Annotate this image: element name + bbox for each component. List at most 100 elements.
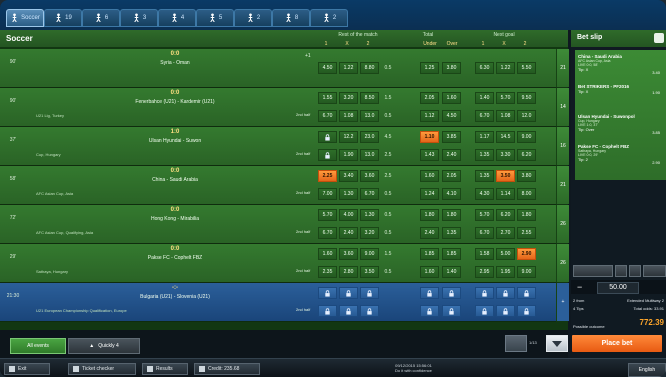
odds-button[interactable] [496, 287, 515, 299]
odds-button[interactable]: 1.24 [420, 188, 439, 200]
odds-button[interactable]: 1.85 [442, 248, 461, 260]
odds-button[interactable]: 1.22 [496, 62, 515, 74]
odds-button[interactable]: 1.60 [442, 92, 461, 104]
sport-tab[interactable]: 2 [310, 9, 348, 27]
odds-button[interactable]: 1.58 [475, 248, 494, 260]
keypad-key[interactable] [643, 265, 666, 277]
odds-button[interactable]: 1.22 [339, 62, 358, 74]
page-down-button[interactable] [546, 335, 568, 352]
odds-button[interactable]: 14.5 [496, 131, 515, 143]
odds-button[interactable]: 23.0 [360, 131, 379, 143]
odds-button[interactable]: 1.35 [475, 170, 494, 182]
odds-button[interactable] [420, 305, 439, 317]
odds-button[interactable]: 9.00 [517, 266, 536, 278]
odds-button[interactable]: 2.40 [420, 227, 439, 239]
odds-button[interactable] [420, 287, 439, 299]
sport-tab[interactable]: 6 [82, 9, 120, 27]
sport-tab[interactable]: 19 [44, 9, 82, 27]
more-markets-tab[interactable]: 14 [556, 88, 569, 126]
odds-button[interactable]: 2.05 [442, 170, 461, 182]
odds-button[interactable]: 5.70 [318, 209, 337, 221]
odds-button[interactable] [496, 305, 515, 317]
odds-button[interactable]: 1.80 [517, 209, 536, 221]
exit-button[interactable]: Exit [4, 363, 50, 375]
odds-button[interactable] [318, 287, 337, 299]
odds-button[interactable]: 1.17 [475, 131, 494, 143]
odds-button[interactable]: 5.00 [496, 248, 515, 260]
odds-button[interactable] [339, 305, 358, 317]
odds-button[interactable]: 6.70 [475, 110, 494, 122]
more-markets-tab[interactable]: 26 [556, 244, 569, 282]
odds-button[interactable]: 3.20 [339, 92, 358, 104]
sport-tab[interactable]: 3 [120, 9, 158, 27]
sport-tab[interactable]: Soccer [6, 9, 44, 27]
odds-button[interactable]: 1.10 [420, 131, 439, 143]
odds-button[interactable]: 2.25 [318, 170, 337, 182]
odds-button[interactable]: 3.80 [517, 170, 536, 182]
odds-button[interactable]: 6.70 [318, 110, 337, 122]
odds-button[interactable]: 3.40 [339, 170, 358, 182]
bet-slip-item[interactable]: Bet STRIKERS - PF2016 Tip: X 1.90 [578, 84, 664, 95]
odds-button[interactable]: 1.12 [420, 110, 439, 122]
odds-button[interactable]: 2.35 [318, 266, 337, 278]
ticket-checker-button[interactable]: Ticket checker [68, 363, 136, 375]
odds-button[interactable]: 1.08 [339, 110, 358, 122]
odds-button[interactable] [318, 131, 337, 143]
odds-button[interactable]: 12.2 [339, 131, 358, 143]
keypad-key[interactable] [573, 265, 613, 277]
odds-button[interactable]: 2.40 [339, 227, 358, 239]
odds-button[interactable]: 3.30 [496, 149, 515, 161]
page-up-button[interactable] [505, 335, 527, 352]
odds-button[interactable]: 1.60 [318, 248, 337, 260]
settings-icon[interactable] [654, 33, 664, 43]
odds-button[interactable]: 6.20 [517, 149, 536, 161]
odds-button[interactable]: 6.20 [496, 209, 515, 221]
odds-button[interactable]: 3.60 [339, 248, 358, 260]
more-markets-tab[interactable]: 16 [556, 127, 569, 165]
odds-button[interactable]: 1.25 [420, 62, 439, 74]
sport-tab[interactable]: 5 [196, 9, 234, 27]
keypad-key[interactable] [615, 265, 627, 277]
sport-tab[interactable]: 8 [272, 9, 310, 27]
extra-markets[interactable]: +1 [305, 53, 311, 59]
sport-tab[interactable]: 2 [234, 9, 272, 27]
odds-button[interactable]: 1.14 [496, 188, 515, 200]
minus-icon[interactable]: − [577, 282, 582, 292]
odds-button[interactable]: 1.85 [420, 248, 439, 260]
odds-button[interactable]: 13.0 [360, 149, 379, 161]
odds-button[interactable]: 1.55 [318, 92, 337, 104]
odds-button[interactable]: 4.30 [475, 188, 494, 200]
odds-button[interactable]: 6.70 [475, 227, 494, 239]
odds-button[interactable]: 4.50 [318, 62, 337, 74]
odds-button[interactable]: 3.50 [496, 170, 515, 182]
odds-button[interactable]: 1.40 [442, 266, 461, 278]
odds-button[interactable]: 3.85 [442, 131, 461, 143]
odds-button[interactable]: 2.95 [475, 266, 494, 278]
odds-button[interactable] [442, 305, 461, 317]
odds-button[interactable]: 2.90 [517, 248, 536, 260]
odds-button[interactable]: 1.80 [420, 209, 439, 221]
odds-button[interactable] [318, 149, 337, 161]
more-markets-tab[interactable]: 21 [556, 166, 569, 204]
odds-button[interactable]: 1.60 [420, 266, 439, 278]
odds-button[interactable]: 2.70 [496, 227, 515, 239]
odds-button[interactable]: 3.60 [360, 170, 379, 182]
odds-button[interactable]: 3.80 [442, 62, 461, 74]
sport-tab[interactable]: 4 [158, 9, 196, 27]
odds-button[interactable]: 5.50 [517, 62, 536, 74]
odds-button[interactable]: 9.00 [360, 248, 379, 260]
odds-button[interactable]: 5.70 [475, 209, 494, 221]
odds-button[interactable]: 8.00 [517, 188, 536, 200]
odds-button[interactable]: 1.80 [442, 209, 461, 221]
more-markets-tab[interactable]: + [556, 283, 569, 321]
language-button[interactable]: English [628, 363, 666, 377]
odds-button[interactable]: 13.0 [360, 110, 379, 122]
odds-button[interactable]: 1.95 [496, 266, 515, 278]
odds-button[interactable]: 1.40 [475, 92, 494, 104]
odds-button[interactable]: 2.05 [420, 92, 439, 104]
keypad-key[interactable] [629, 265, 641, 277]
stake-input[interactable]: 50.00 [597, 282, 639, 294]
odds-button[interactable]: 3.20 [360, 227, 379, 239]
all-events-button[interactable]: All events [10, 338, 66, 354]
odds-button[interactable]: 1.60 [420, 170, 439, 182]
